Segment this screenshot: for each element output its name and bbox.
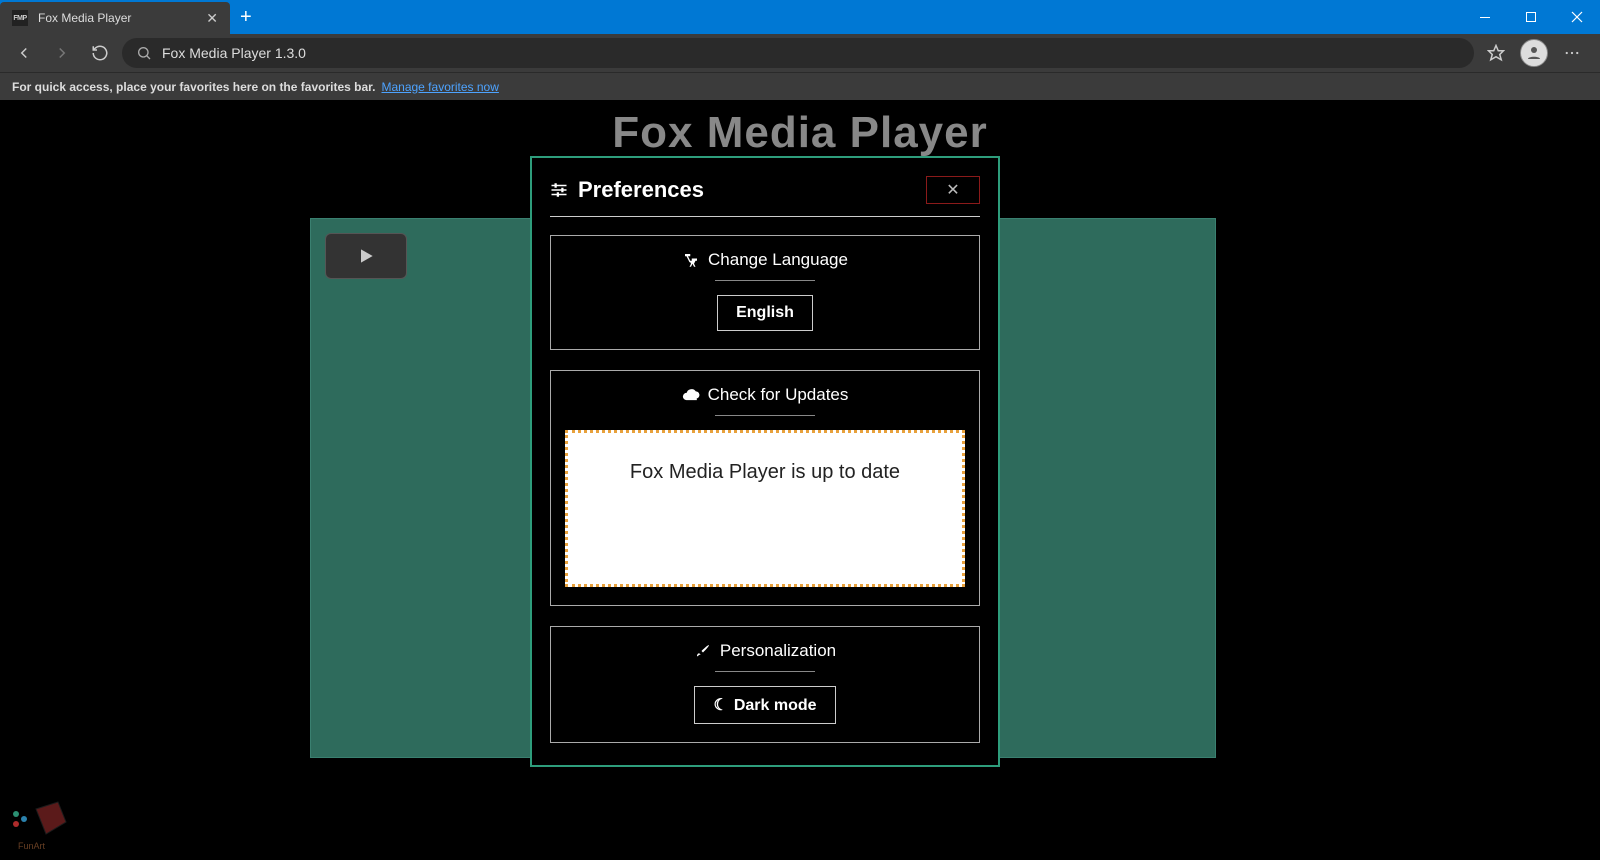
modal-header: Preferences ✕	[550, 176, 980, 217]
updates-heading-text: Check for Updates	[708, 385, 849, 405]
section-divider	[715, 671, 815, 672]
more-button[interactable]	[1556, 37, 1588, 69]
back-button[interactable]	[8, 37, 40, 69]
app-title: Fox Media Player	[0, 100, 1600, 158]
updates-section: Check for Updates Fox Media Player is up…	[550, 370, 980, 606]
language-select-button[interactable]: English	[717, 295, 813, 331]
update-status-text: Fox Media Player is up to date	[630, 461, 900, 483]
section-divider	[715, 280, 815, 281]
manage-favorites-link[interactable]: Manage favorites now	[381, 80, 498, 94]
titlebar-spacer	[262, 0, 1462, 34]
address-text: Fox Media Player 1.3.0	[162, 45, 306, 61]
window-controls	[1462, 0, 1600, 34]
section-divider	[715, 415, 815, 416]
brush-icon	[694, 642, 712, 660]
dark-mode-label: Dark mode	[734, 697, 817, 714]
updates-heading: Check for Updates	[565, 385, 965, 405]
search-icon	[136, 45, 152, 61]
personalization-heading-text: Personalization	[720, 641, 836, 661]
favorites-button[interactable]	[1480, 37, 1512, 69]
tab-favicon: FMP	[12, 10, 28, 26]
maximize-button[interactable]	[1508, 0, 1554, 34]
address-bar[interactable]: Fox Media Player 1.3.0	[122, 38, 1474, 68]
tab-title: Fox Media Player	[38, 11, 196, 25]
tab-close-icon[interactable]: ✕	[206, 10, 218, 27]
play-button[interactable]	[325, 233, 407, 279]
browser-tab[interactable]: FMP Fox Media Player ✕	[0, 2, 230, 34]
cloud-download-icon	[682, 386, 700, 404]
window-titlebar: FMP Fox Media Player ✕ +	[0, 0, 1600, 34]
personalization-section: Personalization ☾ Dark mode	[550, 626, 980, 743]
preferences-modal: Preferences ✕ Change Language English Ch…	[530, 156, 1000, 767]
moon-icon: ☾	[713, 697, 727, 714]
svg-text:FunArt: FunArt	[18, 841, 46, 851]
close-button[interactable]	[1554, 0, 1600, 34]
modal-title: Preferences	[578, 177, 704, 203]
language-section: Change Language English	[550, 235, 980, 350]
vendor-logo: FunArt	[6, 794, 76, 854]
new-tab-button[interactable]: +	[230, 0, 262, 34]
update-status-box: Fox Media Player is up to date	[565, 430, 965, 587]
profile-avatar[interactable]	[1520, 39, 1548, 67]
favorites-hint-text: For quick access, place your favorites h…	[12, 80, 375, 94]
language-icon	[682, 251, 700, 269]
play-icon	[356, 246, 376, 266]
modal-close-button[interactable]: ✕	[926, 176, 980, 204]
language-heading-text: Change Language	[708, 250, 848, 270]
browser-navbar: Fox Media Player 1.3.0	[0, 34, 1600, 72]
forward-button[interactable]	[46, 37, 78, 69]
language-heading: Change Language	[565, 250, 965, 270]
minimize-button[interactable]	[1462, 0, 1508, 34]
dark-mode-button[interactable]: ☾ Dark mode	[694, 686, 835, 724]
sliders-icon	[550, 181, 568, 199]
personalization-heading: Personalization	[565, 641, 965, 661]
app-viewport: Fox Media Player Preferences ✕ Change La…	[0, 100, 1600, 860]
favorites-bar: For quick access, place your favorites h…	[0, 72, 1600, 100]
refresh-button[interactable]	[84, 37, 116, 69]
